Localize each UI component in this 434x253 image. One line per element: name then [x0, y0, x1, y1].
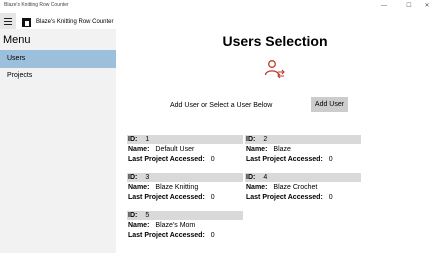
user-card-1[interactable]: ID: 1 Name: Default User Last Project Acce… [127, 135, 243, 164]
id-label: ID: [246, 174, 256, 181]
user-name: Blaze [273, 146, 291, 153]
user-id: 4 [263, 174, 268, 181]
user-card-4[interactable]: ID: 4 Name: Blaze Crochet Last Project Acc… [245, 173, 361, 202]
user-id: 2 [263, 136, 268, 143]
last-project-value: 0 [210, 156, 215, 163]
add-user-button[interactable]: Add User [311, 97, 348, 112]
minimize-button[interactable]: — [377, 2, 391, 10]
last-project-value: 0 [210, 194, 215, 201]
user-card-2[interactable]: ID: 2 Name: Blaze Last Project Accessed: 0 [245, 135, 361, 164]
user-name: Blaze's Mom [155, 222, 196, 229]
menu-heading: Menu [3, 34, 31, 46]
last-project-label: Last Project Accessed: [246, 194, 323, 201]
id-label: ID: [246, 136, 256, 143]
sidebar-item-users[interactable]: Users [0, 50, 116, 68]
user-switch-icon [264, 60, 285, 79]
id-label: ID: [128, 174, 138, 181]
name-label: Name: [246, 184, 268, 191]
add-user-prompt: Add User or Select a User Below [170, 102, 273, 109]
last-project-label: Last Project Accessed: [246, 156, 323, 163]
name-label: Name: [246, 146, 268, 153]
last-project-label: Last Project Accessed: [128, 156, 205, 163]
last-project-value: 0 [328, 194, 333, 201]
name-label: Name: [128, 146, 150, 153]
page-title: Users Selection [222, 33, 328, 49]
window-titlebar: Blaze's Knitting Row Counter [0, 0, 434, 13]
user-id: 1 [145, 136, 150, 143]
user-card-5[interactable]: ID: 5 Name: Blaze's Mom Last Project Acces… [127, 211, 243, 240]
last-project-value: 0 [210, 232, 215, 239]
last-project-label: Last Project Accessed: [128, 232, 205, 239]
hamburger-menu-button[interactable] [0, 13, 16, 29]
sidebar-item-projects[interactable]: Projects [0, 67, 116, 85]
id-label: ID: [128, 136, 138, 143]
user-id: 5 [145, 212, 150, 219]
user-name: Blaze Knitting [155, 184, 199, 191]
name-label: Name: [128, 222, 150, 229]
close-button[interactable]: ✕ [420, 2, 434, 10]
maximize-button[interactable]: ☐ [402, 2, 416, 10]
id-label: ID: [128, 212, 138, 219]
app-title: Blaze's Knitting Row Counter [36, 19, 114, 25]
user-card-3[interactable]: ID: 3 Name: Blaze Knitting Last Project Ac… [127, 173, 243, 202]
last-project-label: Last Project Accessed: [128, 194, 205, 201]
window-title: Blaze's Knitting Row Counter [4, 2, 69, 8]
app-logo-icon [22, 18, 31, 27]
last-project-value: 0 [328, 156, 333, 163]
user-name: Default User [155, 146, 195, 153]
user-name: Blaze Crochet [273, 184, 318, 191]
user-id: 3 [145, 174, 150, 181]
name-label: Name: [128, 184, 150, 191]
